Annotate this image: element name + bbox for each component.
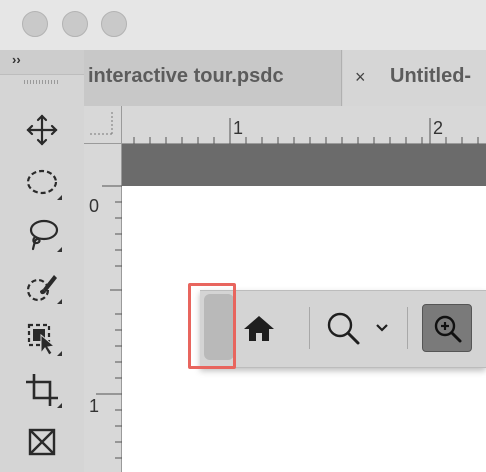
more-tools-indicator xyxy=(57,195,62,200)
panel-grip-handle[interactable] xyxy=(24,80,60,84)
ruler-origin-icon xyxy=(90,112,113,135)
ruler-ticks xyxy=(117,118,479,144)
object-selection-icon xyxy=(27,323,56,356)
ruler-ticks xyxy=(96,185,122,459)
home-button[interactable] xyxy=(238,306,280,350)
separator xyxy=(309,307,310,349)
canvas-pasteboard xyxy=(122,144,486,186)
tab-label: Untitled- xyxy=(390,65,472,87)
horizontal-ruler: 1 2 xyxy=(84,106,486,144)
more-tools-indicator xyxy=(57,299,62,304)
vertical-ruler: 0 1 xyxy=(84,144,122,472)
move-tool[interactable] xyxy=(18,106,66,154)
collapse-panel-button[interactable]: ›› xyxy=(12,52,21,67)
zoom-button[interactable] xyxy=(101,11,127,37)
frame-icon xyxy=(28,428,56,456)
ruler-origin-corner[interactable] xyxy=(84,106,122,144)
crop-tool[interactable] xyxy=(18,366,66,414)
magnifier-icon xyxy=(327,312,360,345)
tab-untitled[interactable]: × Untitled- xyxy=(343,50,486,106)
tab-label: interactive tour.psdc xyxy=(88,65,284,87)
chevron-down-icon xyxy=(376,324,388,332)
move-icon xyxy=(26,114,58,146)
object-selection-tool[interactable] xyxy=(18,314,66,362)
close-button[interactable] xyxy=(22,11,48,37)
separator xyxy=(407,307,408,349)
minimize-button[interactable] xyxy=(62,11,88,37)
lasso-icon xyxy=(29,219,59,251)
ruler-label: 0 xyxy=(89,196,100,216)
zoom-in-button[interactable] xyxy=(422,304,472,352)
more-tools-indicator xyxy=(57,351,62,356)
ruler-label: 2 xyxy=(433,118,444,138)
zoom-tool-dropdown[interactable] xyxy=(320,304,396,352)
home-icon xyxy=(244,316,274,341)
more-tools-indicator xyxy=(57,247,62,252)
crop-icon xyxy=(26,374,58,406)
frame-tool[interactable] xyxy=(18,418,66,466)
elliptical-marquee-icon xyxy=(26,169,58,195)
ruler-label: 1 xyxy=(89,396,100,416)
close-tab-icon[interactable]: × xyxy=(355,67,366,88)
quick-selection-brush-icon xyxy=(26,275,57,302)
zoom-in-icon xyxy=(434,315,462,343)
ruler-label: 1 xyxy=(233,118,244,138)
quick-selection-tool[interactable] xyxy=(18,262,66,310)
more-tools-indicator xyxy=(57,403,62,408)
lasso-tool[interactable] xyxy=(18,210,66,258)
tour-highlight-box xyxy=(188,283,236,369)
tab-interactive-tour[interactable]: interactive tour.psdc xyxy=(84,50,342,106)
marquee-tool[interactable] xyxy=(18,158,66,206)
